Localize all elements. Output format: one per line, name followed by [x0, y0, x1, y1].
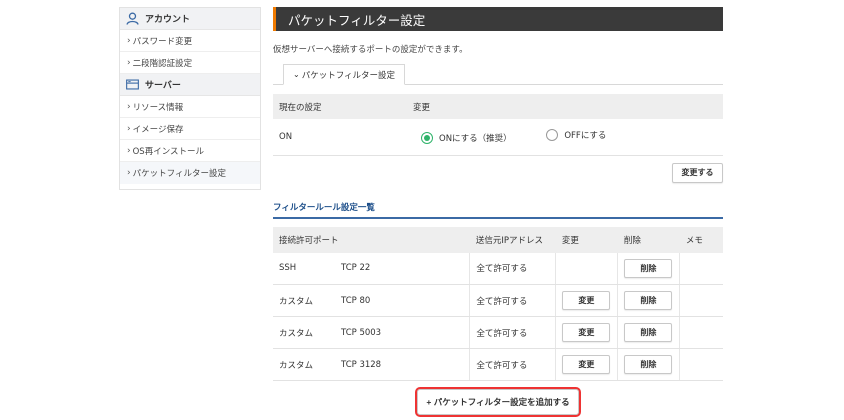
- sidebar-item-image-save[interactable]: › イメージ保存: [120, 118, 260, 140]
- edit-rule-button[interactable]: 変更: [562, 291, 611, 310]
- sidebar-item-label: リソース情報: [132, 102, 184, 113]
- radio-on-button[interactable]: [421, 132, 433, 145]
- edit-rule-button[interactable]: 変更: [562, 323, 611, 342]
- rule-source: 全て許可する: [469, 348, 557, 381]
- rule-source: 全て許可する: [469, 284, 557, 317]
- chevron-right-icon: ›: [127, 57, 131, 68]
- rule-source: 全て許可する: [469, 252, 557, 285]
- sidebar-item-label: 二段階認証設定: [132, 58, 193, 69]
- main-content: パケットフィルター設定 仮想サーバーへ接続するポートの設定ができます。 ⌄ パケ…: [273, 7, 723, 417]
- change-setting-button[interactable]: 変更する: [672, 162, 723, 183]
- rule-port: TCP 80: [335, 284, 471, 317]
- tab-bar: ⌄ パケットフィルター設定: [273, 64, 723, 85]
- rule-port: TCP 22: [335, 252, 471, 285]
- rule-name: SSH: [273, 252, 335, 285]
- server-icon: [126, 78, 139, 91]
- page-title: パケットフィルター設定: [273, 7, 723, 31]
- sidebar-section-account: アカウント: [120, 8, 260, 30]
- table-row: カスタム TCP 80 全て許可する 変更 削除: [273, 284, 723, 317]
- tab-packet-filter[interactable]: ⌄ パケットフィルター設定: [283, 64, 406, 85]
- table-row: カスタム TCP 5003 全て許可する 変更 削除: [273, 316, 723, 349]
- sidebar-item-os-reinstall[interactable]: › OS再インストール: [120, 140, 260, 162]
- sidebar-section-server-title: サーバー: [145, 81, 181, 91]
- column-header-delete: 削除: [617, 226, 680, 253]
- rule-name: カスタム: [273, 284, 335, 317]
- radio-on-option[interactable]: ONにする（推奨）: [421, 132, 512, 145]
- chevron-right-icon: ›: [127, 145, 131, 156]
- chevron-down-icon: ⌄: [293, 70, 300, 79]
- tab-label: パケットフィルター設定: [301, 70, 396, 81]
- column-header-source-ip: 送信元IPアドレス: [469, 226, 556, 253]
- add-packet-filter-button[interactable]: + パケットフィルター設定を追加する: [415, 387, 581, 417]
- chevron-right-icon: ›: [127, 168, 131, 178]
- delete-rule-button[interactable]: 削除: [624, 323, 673, 342]
- setting-table: 現在の設定 変更 ON ONにする（推奨） OFFにする: [273, 94, 723, 156]
- chevron-right-icon: ›: [127, 123, 131, 134]
- rule-source: 全て許可する: [469, 316, 557, 349]
- sidebar-item-label: OS再インストール: [132, 146, 205, 157]
- table-row: カスタム TCP 3128 全て許可する 変更 削除: [273, 348, 723, 381]
- column-header-edit: 変更: [555, 226, 618, 253]
- rule-port: TCP 3128: [335, 348, 471, 381]
- sidebar-item-label: パスワード変更: [132, 36, 193, 47]
- delete-rule-button[interactable]: 削除: [624, 258, 673, 278]
- sidebar: アカウント › パスワード変更 › 二段階認証設定 サーバー › リソース情報 …: [119, 7, 261, 190]
- rules-table: 接続許可ポート 送信元IPアドレス 変更 削除 メモ SSH TCP 22 全て…: [273, 226, 723, 381]
- table-row: SSH TCP 22 全て許可する 削除: [273, 252, 723, 285]
- sidebar-section-account-title: アカウント: [145, 15, 191, 25]
- column-header-memo: メモ: [679, 226, 723, 253]
- radio-off-button[interactable]: [546, 129, 559, 142]
- radio-off-label: OFFにする: [564, 131, 607, 142]
- chevron-right-icon: ›: [127, 35, 131, 46]
- delete-rule-button[interactable]: 削除: [624, 291, 673, 310]
- delete-rule-button[interactable]: 削除: [624, 355, 673, 374]
- rule-name: カスタム: [273, 316, 335, 349]
- user-icon: [126, 12, 139, 25]
- sidebar-item-label: パケットフィルター設定: [132, 169, 226, 179]
- change-button-row: 変更する: [273, 162, 723, 189]
- page-description: 仮想サーバーへ接続するポートの設定ができます。: [273, 45, 468, 55]
- column-header-change: 変更: [407, 94, 723, 119]
- sidebar-item-two-factor[interactable]: › 二段階認証設定: [120, 52, 260, 74]
- rule-name: カスタム: [273, 348, 335, 381]
- edit-rule-button[interactable]: 変更: [562, 355, 611, 374]
- radio-on-label: ONにする（推奨）: [439, 134, 512, 145]
- add-button-row: + パケットフィルター設定を追加する: [273, 387, 723, 417]
- radio-off-option[interactable]: OFFにする: [546, 129, 607, 142]
- rule-port: TCP 5003: [335, 316, 471, 349]
- column-header-port: 接続許可ポート: [273, 226, 470, 253]
- rule-memo: [679, 284, 723, 317]
- sidebar-item-password[interactable]: › パスワード変更: [120, 30, 260, 52]
- rule-memo: [679, 316, 723, 349]
- sidebar-section-server: サーバー: [120, 74, 260, 96]
- sidebar-item-packet-filter[interactable]: › パケットフィルター設定: [120, 162, 260, 184]
- sidebar-item-resources[interactable]: › リソース情報: [120, 96, 260, 118]
- chevron-right-icon: ›: [127, 101, 131, 112]
- column-header-current: 現在の設定: [273, 94, 407, 119]
- rule-edit-cell: [555, 252, 619, 285]
- rules-section-title: フィルタールール設定一覧: [273, 201, 723, 219]
- rule-memo: [679, 252, 723, 285]
- current-setting-value: ON: [273, 119, 407, 156]
- sidebar-item-label: イメージ保存: [132, 124, 184, 135]
- rule-memo: [679, 348, 723, 381]
